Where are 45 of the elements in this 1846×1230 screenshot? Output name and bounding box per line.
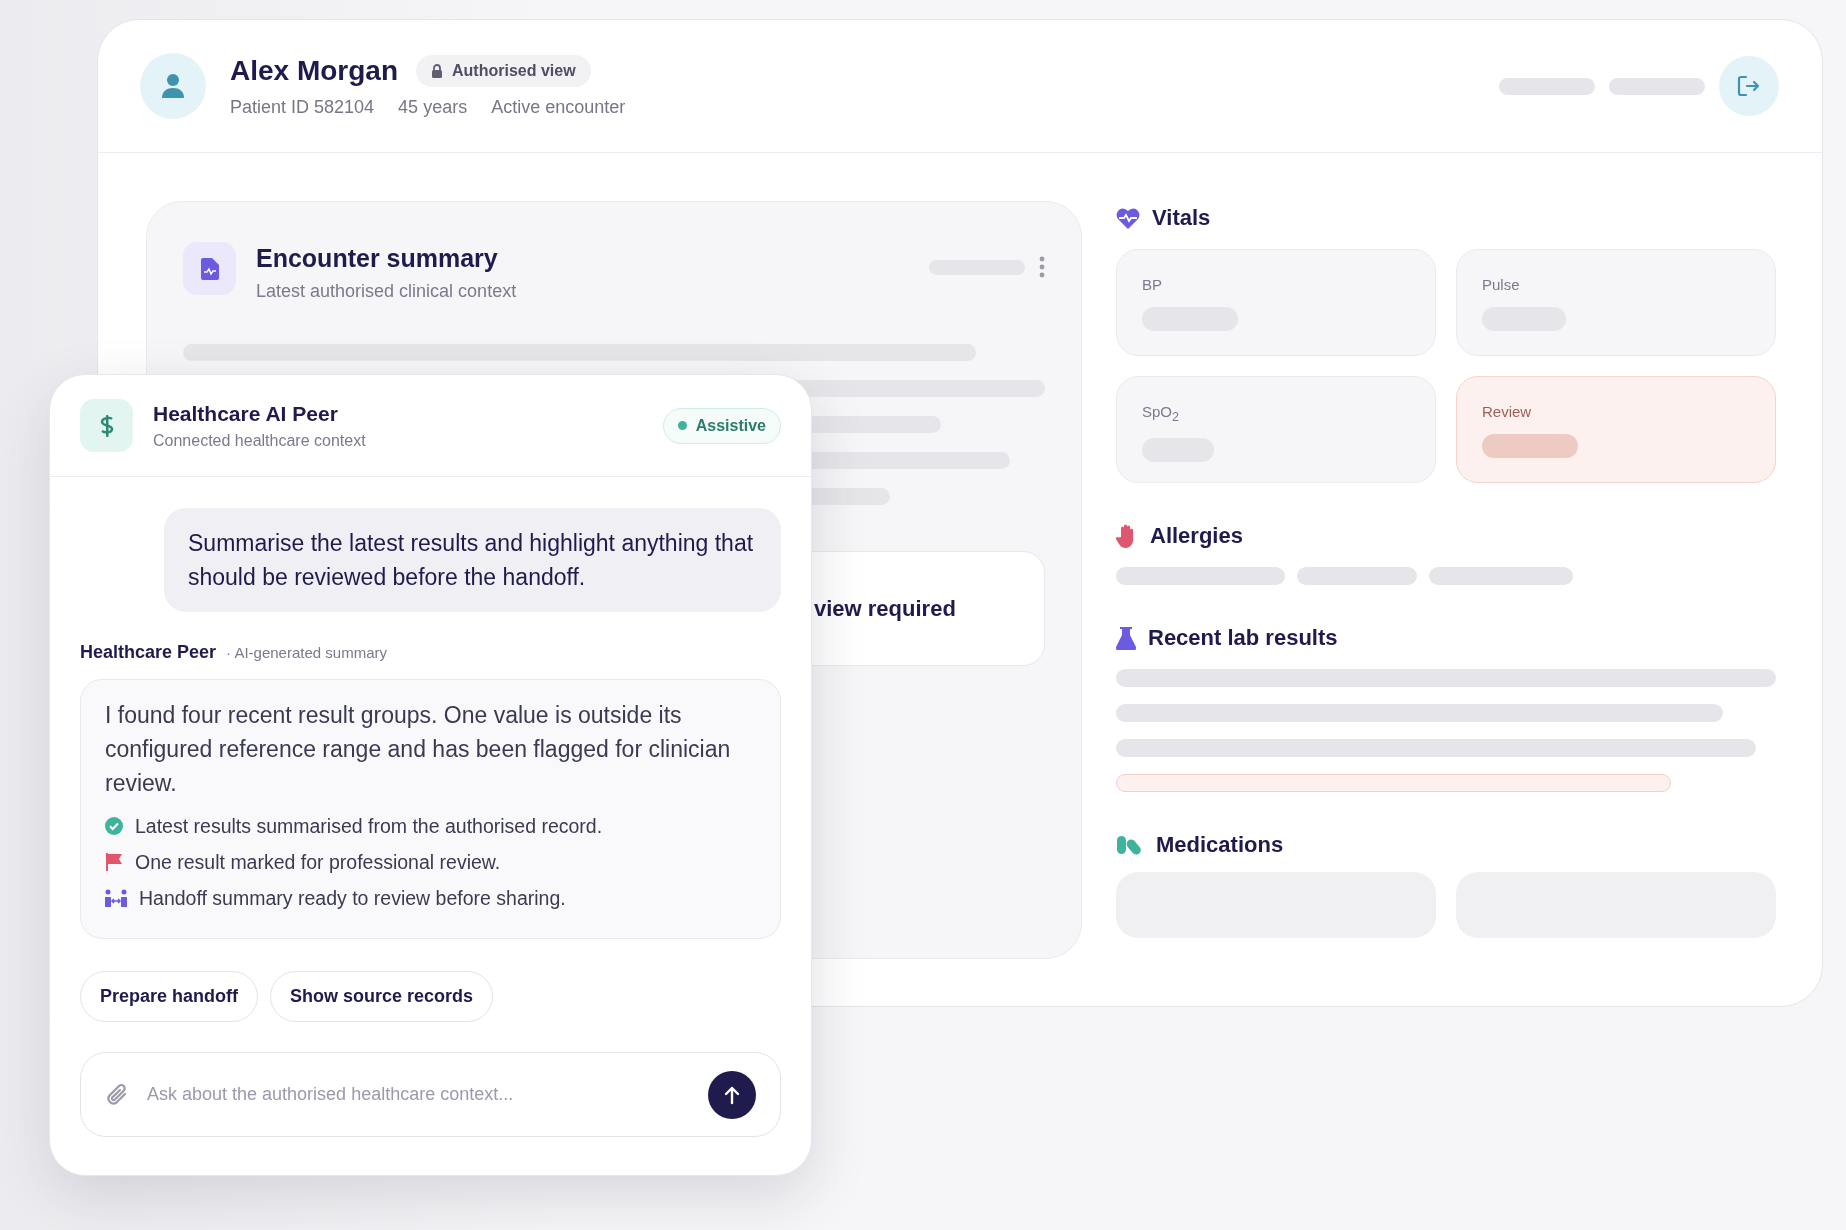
kebab-icon — [1039, 256, 1045, 278]
lock-icon — [431, 63, 444, 78]
notice-title: view required — [814, 595, 956, 622]
heart-icon — [1116, 207, 1140, 229]
assistant-name: Healthcare Peer — [80, 642, 217, 663]
section-title: Allergies — [1150, 523, 1243, 549]
section-title: Recent lab results — [1148, 625, 1338, 651]
vital-label: BP — [1142, 276, 1162, 293]
message-input[interactable]: Ask about the authorised healthcare context... — [145, 1083, 692, 1106]
patient-name: Alex Morgan — [230, 54, 399, 87]
check-icon — [105, 817, 123, 835]
summary-point: Handoff summary ready to review before sharing. — [139, 886, 566, 910]
pills-icon — [1116, 835, 1144, 855]
card-title: Encounter summary — [256, 244, 499, 273]
flag-icon — [105, 853, 123, 871]
summary-point: Latest results summarised from the authorised record. — [135, 814, 603, 838]
people-icon — [105, 889, 127, 907]
section-title: Medications — [1156, 832, 1284, 858]
vital-label: Pulse — [1482, 276, 1520, 293]
card-subtitle: Latest authorised clinical context — [256, 281, 518, 302]
vital-label: SpO$_{2}$ — [1142, 403, 1179, 424]
response-text: I found four recent result groups. One value is outside its configured reference range and has been flagged for clinician review. — [105, 701, 732, 798]
logout-button[interactable] — [1719, 56, 1779, 116]
logout-icon — [1737, 75, 1761, 97]
patient-meta: 45 years — [398, 96, 468, 118]
arrow-up-icon — [723, 1084, 741, 1105]
vital-label: Review — [1482, 403, 1532, 420]
status-label: Assistive — [695, 416, 766, 435]
more-button[interactable] — [1039, 256, 1045, 278]
send-button[interactable] — [708, 1070, 756, 1119]
user-message: Summarise the latest results and highlight anything that should be reviewed before the handoff. — [164, 508, 781, 612]
flask-icon — [1116, 626, 1136, 650]
section-title: Vitals — [1152, 205, 1211, 231]
action-chip[interactable]: Prepare handoff — [80, 971, 259, 1022]
assistant-tag: · AI-generated summary — [226, 644, 387, 661]
chat-title: Healthcare AI Peer — [153, 401, 339, 426]
person-icon — [160, 72, 186, 100]
patient-meta: Patient ID 582104 — [230, 96, 375, 118]
badge-label: Authorised view — [452, 61, 576, 80]
document-icon — [183, 242, 236, 295]
chat-subtitle: Connected healthcare context — [153, 431, 367, 450]
paperclip-icon — [105, 1081, 129, 1108]
summary-point: One result marked for professional review. — [135, 850, 501, 874]
patient-meta: Active encounter — [491, 96, 626, 118]
action-chip[interactable]: Show source records — [270, 971, 494, 1022]
